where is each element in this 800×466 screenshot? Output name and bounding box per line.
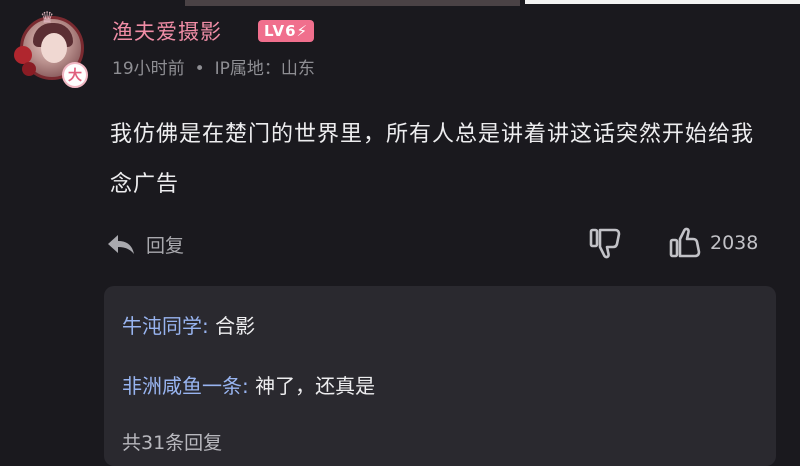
- username[interactable]: 渔夫爱摄影: [112, 16, 222, 46]
- ip-location: IP属地：山东: [214, 59, 315, 79]
- replies-preview[interactable]: 牛沌同学: 合影 非洲咸鱼一条: 神了，还真是 共31条回复: [104, 286, 776, 466]
- reply-text: 神了，还真是: [248, 374, 376, 398]
- like-count: 2038: [710, 232, 759, 254]
- reply-item[interactable]: 牛沌同学: 合影: [122, 310, 255, 339]
- level-badge: LV6⚡: [258, 20, 315, 42]
- reply-label: 回复: [146, 234, 185, 257]
- rose-icon-small: [22, 62, 36, 76]
- crown-icon: ♛: [40, 8, 55, 27]
- comment-time: 19小时前: [112, 59, 185, 79]
- like-button[interactable]: 2038: [668, 226, 758, 260]
- reply-author[interactable]: 非洲咸鱼一条:: [122, 374, 249, 398]
- reply-button[interactable]: 回复: [106, 228, 184, 260]
- thumbs-down-icon: [589, 228, 621, 259]
- thumbs-up-icon: [669, 227, 701, 258]
- reply-text: 合影: [208, 314, 256, 338]
- avatar-face: [41, 33, 67, 63]
- avatar[interactable]: ♛ 大: [14, 8, 90, 88]
- comment-meta: 19小时前 • IP属地：山东: [112, 54, 315, 79]
- reply-arrow-icon: [108, 235, 134, 254]
- video-preview-edge: [185, 0, 520, 6]
- comment-text: 我仿佛是在楚门的世界里，所有人总是讲着讲这话突然开始给我念广告: [110, 122, 755, 197]
- view-all-replies-link[interactable]: 共31条回复: [122, 428, 222, 455]
- reply-item[interactable]: 非洲咸鱼一条: 神了，还真是: [122, 370, 375, 399]
- meta-separator: •: [194, 59, 205, 79]
- dislike-button[interactable]: [588, 226, 624, 260]
- avatar-badge: 大: [62, 62, 88, 88]
- reply-author[interactable]: 牛沌同学:: [122, 314, 209, 338]
- video-edge-strip: [0, 0, 800, 6]
- video-preview-edge-light: [525, 0, 800, 4]
